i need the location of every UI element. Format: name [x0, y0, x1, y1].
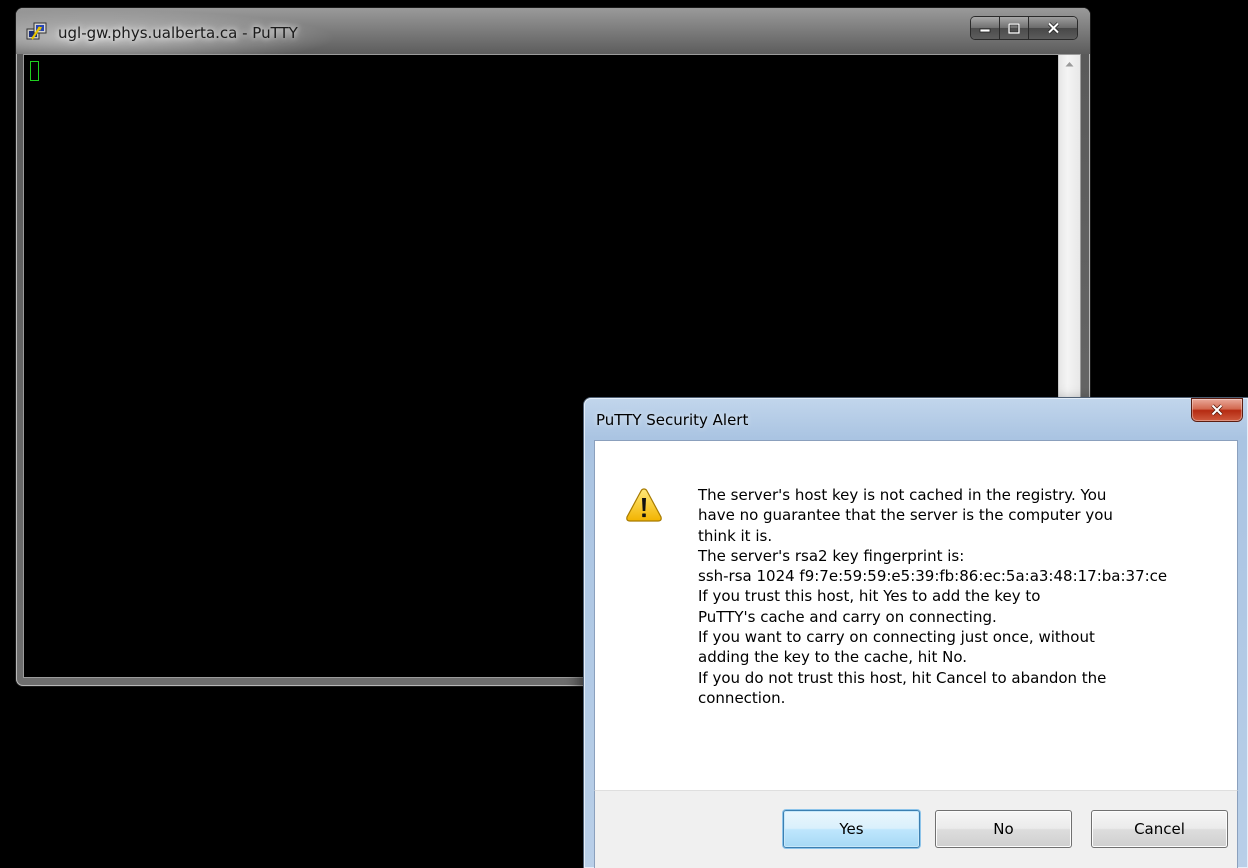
- window-title: ugl-gw.phys.ualberta.ca - PuTTY: [58, 24, 298, 42]
- message-line: PuTTY's cache and carry on connecting.: [698, 607, 997, 626]
- maximize-icon: [1008, 22, 1020, 34]
- message-line: think it is.: [698, 526, 773, 545]
- putty-app-icon[interactable]: [26, 22, 48, 42]
- dialog-body: The server's host key is not cached in t…: [594, 440, 1238, 790]
- dialog-title: PuTTY Security Alert: [596, 411, 749, 429]
- message-line: If you trust this host, hit Yes to add t…: [698, 587, 1041, 606]
- close-icon: [1047, 22, 1059, 34]
- security-alert-dialog: PuTTY Security Alert The server's host k…: [584, 398, 1248, 868]
- cancel-button[interactable]: Cancel: [1091, 810, 1228, 848]
- dialog-close-button[interactable]: [1192, 399, 1242, 421]
- message-line: adding the key to the cache, hit No.: [698, 648, 968, 667]
- key-fingerprint: ssh-rsa 1024 f9:7e:59:59:e5:39:fb:86:ec:…: [698, 567, 1168, 586]
- message-line: connection.: [698, 688, 786, 707]
- no-button[interactable]: No: [935, 810, 1072, 848]
- putty-titlebar[interactable]: ugl-gw.phys.ualberta.ca - PuTTY: [16, 8, 1090, 54]
- close-button[interactable]: [1029, 17, 1077, 39]
- dialog-button-bar: Yes No Cancel: [594, 790, 1238, 868]
- close-icon: [1211, 404, 1223, 416]
- caption-buttons: [971, 17, 1077, 39]
- minimize-icon: [979, 28, 991, 33]
- maximize-button[interactable]: [1000, 17, 1029, 39]
- message-line: have no guarantee that the server is the…: [698, 506, 1113, 525]
- yes-button[interactable]: Yes: [783, 810, 920, 848]
- dialog-message: The server's host key is not cached in t…: [698, 485, 1208, 708]
- scroll-up-button[interactable]: [1059, 55, 1080, 73]
- message-line: The server's rsa2 key fingerprint is:: [698, 546, 965, 565]
- terminal-cursor: [30, 61, 39, 81]
- message-line: The server's host key is not cached in t…: [698, 486, 1107, 504]
- warning-icon: [626, 488, 662, 522]
- dialog-titlebar[interactable]: PuTTY Security Alert: [584, 398, 1248, 440]
- chevron-up-icon: [1065, 62, 1074, 67]
- message-line: If you want to carry on connecting just …: [698, 628, 1095, 647]
- minimize-button[interactable]: [971, 17, 1000, 39]
- message-line: If you do not trust this host, hit Cance…: [698, 668, 1107, 687]
